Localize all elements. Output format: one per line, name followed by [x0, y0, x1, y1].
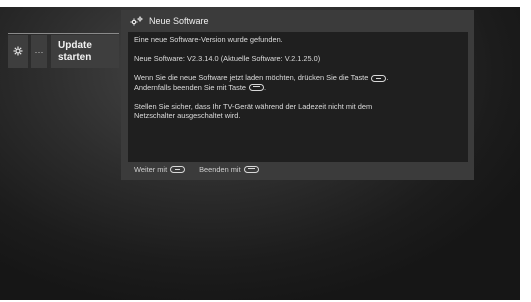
dialog-header: Neue Software: [121, 10, 474, 32]
continue-key-icon: [170, 166, 186, 174]
message-warning: Stellen Sie sicher, dass Ihr TV-Gerät wä…: [134, 102, 462, 121]
dialog-message: Eine neue Software-Version wurde gefunde…: [128, 32, 468, 162]
message-warning-line2: Netzschalter ausgeschaltet wird.: [134, 111, 241, 120]
continue-label: Weiter mit: [134, 164, 168, 174]
gears-icon: [130, 16, 143, 26]
dialog-title: Neue Software: [149, 16, 209, 26]
more-menu-item[interactable]: ···: [31, 35, 47, 68]
message-warning-line1: Stellen Sie sicher, dass Ihr TV-Gerät wä…: [134, 101, 373, 111]
screen: ··· Update starten Neue Software Eine ne…: [0, 0, 531, 302]
continue-action[interactable]: Weiter mit: [134, 164, 186, 174]
menu-divider: [8, 33, 119, 34]
gear-icon: [13, 43, 23, 61]
update-label-line1: Update: [58, 39, 92, 51]
message-instructions-line1: Wenn Sie die neue Software jetzt laden m…: [134, 73, 369, 82]
message-found: Eine neue Software-Version wurde gefunde…: [134, 35, 283, 44]
new-software-dialog: Neue Software Eine neue Software-Version…: [121, 10, 474, 180]
update-start-menu-item[interactable]: Update starten: [51, 35, 119, 68]
exit-label: Beenden mit: [199, 164, 241, 174]
continue-key-icon: [371, 74, 387, 82]
exit-key-icon: [249, 84, 265, 92]
update-label-line2: starten: [58, 51, 92, 63]
settings-menu-item[interactable]: [8, 35, 28, 68]
exit-key-icon: [243, 166, 259, 174]
message-instructions-line2: Andernfalls beenden Sie mit Taste: [134, 82, 247, 92]
exit-action[interactable]: Beenden mit: [199, 165, 259, 174]
dialog-footer: Weiter mit Beenden mit: [134, 161, 259, 177]
message-version: Neue Software: V2.3.14.0 (Aktuelle Softw…: [134, 54, 321, 63]
more-label: ···: [34, 46, 44, 57]
message-instructions: Wenn Sie die neue Software jetzt laden m…: [134, 73, 389, 92]
